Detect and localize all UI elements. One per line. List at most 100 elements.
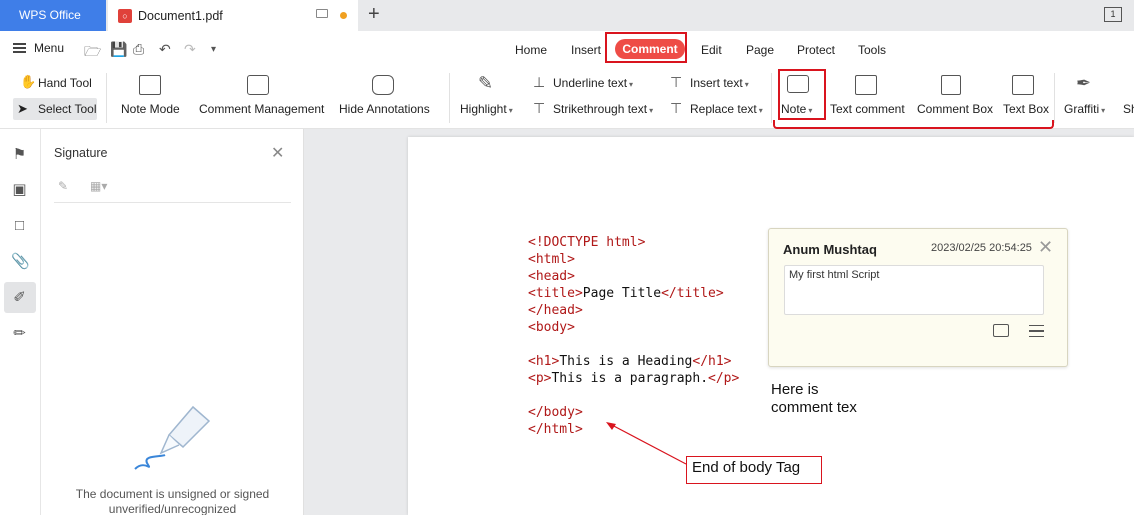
insert-text-label: Insert text	[690, 76, 743, 90]
add-signature-icon[interactable]: ✎	[58, 179, 68, 193]
note-caption-annotation: Here is comment tex	[771, 381, 857, 417]
code-tag: <h1>	[528, 354, 560, 369]
code-tag: </p>	[708, 371, 740, 386]
monitor-icon[interactable]	[316, 9, 328, 18]
annotation-arrow-icon	[606, 422, 687, 465]
ribbon-separator	[106, 73, 107, 123]
code-tag: <p>	[528, 371, 552, 386]
replace-text-button[interactable]: Replace text ▾	[690, 102, 763, 116]
note-caption-line2: comment tex	[771, 399, 857, 416]
save-icon[interactable]: 💾	[110, 41, 127, 58]
strikethrough-text-label: Strikethrough text	[553, 102, 648, 116]
text-comment-icon	[855, 75, 877, 95]
note-caption-line1: Here is	[771, 381, 819, 398]
text-box-button[interactable]: Text Box	[1003, 102, 1049, 116]
shape-button[interactable]: Sh	[1123, 102, 1134, 116]
view-options-icon[interactable]: ▦▾	[90, 179, 107, 193]
attachment-icon[interactable]: 📎	[11, 253, 30, 270]
comment-box-icon	[941, 75, 961, 95]
comment-ribbon: ✋ Hand Tool ➤ Select Tool Note Mode Comm…	[0, 67, 1134, 129]
code-tag: </html>	[528, 422, 583, 437]
graffiti-button[interactable]: Graffiti ▾	[1064, 102, 1105, 116]
document-sign-icon[interactable]: ✏	[11, 325, 28, 342]
note-popup[interactable]: Anum Mushtaq 2023/02/25 20:54:25 ✕ My fi…	[768, 228, 1068, 367]
ribbon-separator	[1054, 73, 1055, 123]
replace-text-icon: ⊤	[670, 100, 683, 116]
end-of-body-tag-label: End of body Tag	[686, 456, 822, 484]
note-menu-icon[interactable]	[1029, 325, 1044, 337]
tab-insert[interactable]: Insert	[571, 43, 601, 57]
code-tag: </body>	[528, 405, 583, 420]
quick-access-dropdown-icon[interactable]: ▾	[211, 44, 216, 55]
code-tag: <!DOCTYPE html>	[528, 235, 646, 250]
open-folder-icon[interactable]: 🗁	[84, 41, 101, 65]
unsaved-dot-icon	[340, 12, 347, 19]
code-line: <!DOCTYPE html>	[528, 234, 739, 251]
pdf-icon: ○	[118, 8, 132, 23]
tab-page[interactable]: Page	[746, 43, 774, 57]
strikethrough-text-button[interactable]: Strikethrough text ▾	[553, 102, 653, 116]
document-tab-title: Document1.pdf	[138, 8, 223, 23]
hand-tool-button[interactable]: Hand Tool	[38, 76, 92, 90]
tab-edit[interactable]: Edit	[701, 43, 722, 57]
insert-text-button[interactable]: Insert text ▾	[690, 76, 749, 90]
bookmark-icon[interactable]: ⚑	[11, 146, 28, 163]
signature-icon[interactable]: ✐	[11, 289, 28, 306]
new-tab-button[interactable]: +	[368, 3, 380, 26]
code-text: This is a paragraph.	[551, 371, 709, 386]
text-comment-button[interactable]: Text comment	[830, 102, 905, 116]
signature-status-line2: unverified/unrecognized	[108, 502, 237, 515]
tab-home[interactable]: Home	[515, 43, 547, 57]
left-icon-strip: ⚑ ▣ □ 📎 ✐ ✏	[0, 129, 41, 515]
comment-icon[interactable]: □	[11, 217, 28, 234]
highlight-pen-icon: ✎	[478, 73, 494, 93]
select-tool-label: Select Tool	[38, 102, 97, 116]
replace-text-label: Replace text	[690, 102, 757, 116]
image-icon[interactable]: ▣	[11, 181, 28, 198]
menu-button[interactable]: Menu	[13, 41, 64, 55]
reply-comment-icon[interactable]	[993, 324, 1009, 337]
highlight-label: Highlight	[460, 102, 507, 116]
note-body-textarea[interactable]: My first html Script	[784, 265, 1044, 315]
print-icon[interactable]: ⎙	[133, 41, 144, 58]
window-count-button[interactable]: 1	[1104, 7, 1122, 22]
insert-text-icon: ⊤	[670, 74, 683, 90]
pen-nib-illustration-icon	[134, 405, 211, 470]
comment-tab-highlight-box	[605, 32, 687, 63]
close-icon[interactable]: ✕	[271, 143, 284, 163]
wps-office-tab[interactable]: WPS Office	[0, 0, 106, 31]
underline-text-button[interactable]: Underline text ▾	[553, 76, 633, 90]
tab-protect[interactable]: Protect	[797, 43, 835, 57]
code-tag: <head>	[528, 269, 575, 284]
code-line: <body>	[528, 319, 739, 336]
document-tab[interactable]: ○ Document1.pdf	[108, 0, 358, 31]
highlight-button[interactable]: Highlight ▾	[460, 102, 513, 116]
note-author: Anum Mushtaq	[783, 242, 877, 257]
redo-icon[interactable]: ↷	[184, 41, 196, 58]
code-line: <title>Page Title</title>	[528, 285, 739, 302]
signature-status-line1: The document is unsigned or signed	[75, 487, 270, 501]
graffiti-pen-icon: ✒	[1076, 73, 1092, 93]
hide-annotations-icon	[372, 75, 394, 95]
hamburger-icon	[13, 43, 26, 53]
note-highlight-box	[778, 69, 826, 120]
note-mode-button[interactable]: Note Mode	[121, 102, 180, 116]
hand-icon: ✋	[20, 74, 37, 89]
note-close-icon[interactable]: ✕	[1038, 238, 1053, 256]
code-line: <html>	[528, 251, 739, 268]
undo-icon[interactable]: ↶	[159, 41, 171, 58]
hide-annotations-button[interactable]: Hide Annotations	[339, 102, 430, 116]
menu-row: Menu 🗁 💾 ⎙ ↶ ↷ ▾ Home Insert Comment Edi…	[0, 31, 1134, 67]
signature-panel-title: Signature	[54, 146, 108, 160]
comment-management-button[interactable]: Comment Management	[199, 102, 324, 116]
comment-box-button[interactable]: Comment Box	[917, 102, 993, 116]
text-box-icon	[1012, 75, 1034, 95]
code-tag: <html>	[528, 252, 575, 267]
code-line: <h1>This is a Heading</h1>	[528, 353, 739, 370]
tab-tools[interactable]: Tools	[858, 43, 886, 57]
tab-bar: WPS Office ○ Document1.pdf + 1	[0, 0, 1134, 31]
html-code-listing: <!DOCTYPE html> <html> <head> <title>Page T…	[528, 234, 739, 438]
comment-tools-highlight-bracket	[773, 120, 1054, 129]
